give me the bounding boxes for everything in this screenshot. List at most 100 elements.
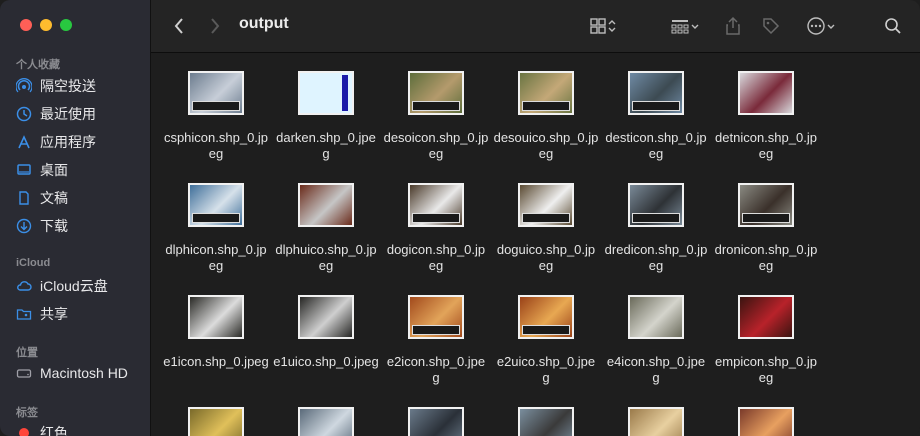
up-down-chevron-icon — [607, 17, 617, 35]
file-item[interactable]: dogicon.shp_0.jp eg — [381, 183, 491, 274]
file-thumbnail — [298, 71, 354, 115]
file-item[interactable]: detnicon.shp_0.jp eg — [711, 71, 821, 162]
sidebar-item-macintosh-hd[interactable]: Macintosh HD — [16, 362, 128, 384]
chevron-right-icon — [209, 17, 221, 35]
sidebar-item-recents[interactable]: 最近使用 — [16, 103, 96, 125]
file-item[interactable]: desoicon.shp_0.jp eg — [381, 71, 491, 162]
file-thumbnail — [628, 295, 684, 339]
applications-icon — [16, 134, 32, 150]
file-item[interactable]: e1uico.shp_0.jpeg — [271, 295, 381, 370]
file-thumbnail — [738, 295, 794, 339]
share-icon — [724, 16, 742, 36]
file-item[interactable] — [711, 407, 821, 436]
file-name: dredicon.shp_0.jp eg — [601, 242, 711, 274]
file-item[interactable]: desticon.shp_0.jp eg — [601, 71, 711, 162]
file-item[interactable]: dredicon.shp_0.jp eg — [601, 183, 711, 274]
share-button[interactable] — [721, 14, 745, 38]
file-name: e4icon.shp_0.jpe g — [601, 354, 711, 386]
file-item[interactable] — [601, 407, 711, 436]
file-name-line: eg — [758, 370, 774, 385]
file-item[interactable] — [271, 407, 381, 436]
thumbnail-caption-strip — [192, 101, 240, 111]
sidebar-item-shared[interactable]: 共享 — [16, 303, 68, 325]
file-item[interactable]: e1icon.shp_0.jpeg — [161, 295, 271, 370]
file-item[interactable]: doguico.shp_0.jp eg — [491, 183, 601, 274]
file-item[interactable]: darken.shp_0.jpe g — [271, 71, 381, 162]
file-name: dlphuico.shp_0.jp eg — [271, 242, 381, 274]
sidebar-item-label: 隔空投送 — [40, 78, 96, 94]
sidebar: 个人收藏 隔空投送 最近使用 应用程序 桌面 文稿 下载 iCloud iClo… — [0, 0, 151, 436]
file-item[interactable]: e2uico.shp_0.jpe g — [491, 295, 601, 386]
file-thumbnail — [518, 295, 574, 339]
file-item[interactable] — [381, 407, 491, 436]
sidebar-item-label: 红色 — [40, 425, 68, 436]
cloud-icon — [16, 278, 32, 294]
airdrop-icon — [16, 78, 32, 94]
ellipsis-circle-icon — [806, 16, 826, 36]
file-item[interactable] — [161, 407, 271, 436]
file-item[interactable]: e2icon.shp_0.jpe g — [381, 295, 491, 386]
sidebar-item-label: iCloud云盘 — [40, 278, 108, 294]
thumbnail-caption-strip — [412, 213, 460, 223]
file-name: empicon.shp_0.jp eg — [711, 354, 821, 386]
minimize-window-button[interactable] — [40, 19, 52, 31]
file-name-line: e2uico.shp_0.jpe — [496, 354, 596, 369]
chevron-left-icon — [173, 17, 185, 35]
sidebar-item-desktop[interactable]: 桌面 — [16, 159, 68, 181]
forward-button[interactable] — [205, 14, 225, 38]
back-button[interactable] — [169, 14, 189, 38]
file-thumbnail — [628, 407, 684, 436]
zoom-window-button[interactable] — [60, 19, 72, 31]
file-item[interactable]: desouico.shp_0.jp eg — [491, 71, 601, 162]
clock-icon — [16, 106, 32, 122]
group-button[interactable] — [665, 14, 705, 38]
file-item[interactable]: empicon.shp_0.jp eg — [711, 295, 821, 386]
file-name: csphicon.shp_0.jp eg — [161, 130, 271, 162]
file-item[interactable]: e4icon.shp_0.jpe g — [601, 295, 711, 386]
window-controls — [20, 19, 72, 31]
file-name-line: eg — [208, 258, 224, 273]
file-thumbnail — [298, 183, 354, 227]
file-item[interactable]: dlphuico.shp_0.jp eg — [271, 183, 381, 274]
file-name: desouico.shp_0.jp eg — [491, 130, 601, 162]
file-name: detnicon.shp_0.jp eg — [711, 130, 821, 162]
sidebar-item-downloads[interactable]: 下载 — [16, 215, 68, 237]
file-thumbnail — [298, 407, 354, 436]
tag-button[interactable] — [759, 14, 783, 38]
file-name: dlphicon.shp_0.jp eg — [161, 242, 271, 274]
file-name-line: e1uico.shp_0.jpeg — [273, 354, 379, 369]
shared-folder-icon — [16, 306, 32, 322]
thumbnail-caption-strip — [192, 213, 240, 223]
file-thumbnail — [408, 295, 464, 339]
close-window-button[interactable] — [20, 19, 32, 31]
file-name-line: eg — [758, 258, 774, 273]
file-thumbnail — [628, 71, 684, 115]
sidebar-item-tag-red[interactable]: 红色 — [16, 422, 68, 436]
file-name-line: dlphuico.shp_0.jp — [275, 242, 377, 257]
sidebar-item-applications[interactable]: 应用程序 — [16, 131, 96, 153]
file-name-line: csphicon.shp_0.jp — [163, 130, 269, 145]
file-item[interactable]: dlphicon.shp_0.jp eg — [161, 183, 271, 274]
view-mode-button[interactable] — [583, 14, 623, 38]
sidebar-item-airdrop[interactable]: 隔空投送 — [16, 75, 96, 97]
more-actions-button[interactable] — [801, 14, 841, 38]
toolbar: output — [151, 0, 920, 53]
sidebar-item-documents[interactable]: 文稿 — [16, 187, 68, 209]
file-name-line: desticon.shp_0.jp — [605, 130, 707, 145]
sidebar-item-label: 文稿 — [40, 190, 68, 206]
file-name: e2uico.shp_0.jpe g — [491, 354, 601, 386]
file-item[interactable]: dronicon.shp_0.jp eg — [711, 183, 821, 274]
file-item[interactable]: csphicon.shp_0.jp eg — [161, 71, 271, 162]
file-name-line: eg — [208, 146, 224, 161]
sidebar-item-icloud-drive[interactable]: iCloud云盘 — [16, 275, 108, 297]
file-thumbnail — [408, 183, 464, 227]
file-name: e1icon.shp_0.jpeg — [161, 354, 271, 370]
file-name-line: detnicon.shp_0.jp — [715, 130, 817, 145]
search-button[interactable] — [881, 14, 905, 38]
sidebar-item-label: Macintosh HD — [40, 365, 128, 381]
thumbnail-caption-strip — [632, 101, 680, 111]
file-item[interactable] — [491, 407, 601, 436]
file-name-line: eg — [538, 258, 554, 273]
file-name-line: g — [322, 146, 330, 161]
file-thumbnail — [188, 71, 244, 115]
